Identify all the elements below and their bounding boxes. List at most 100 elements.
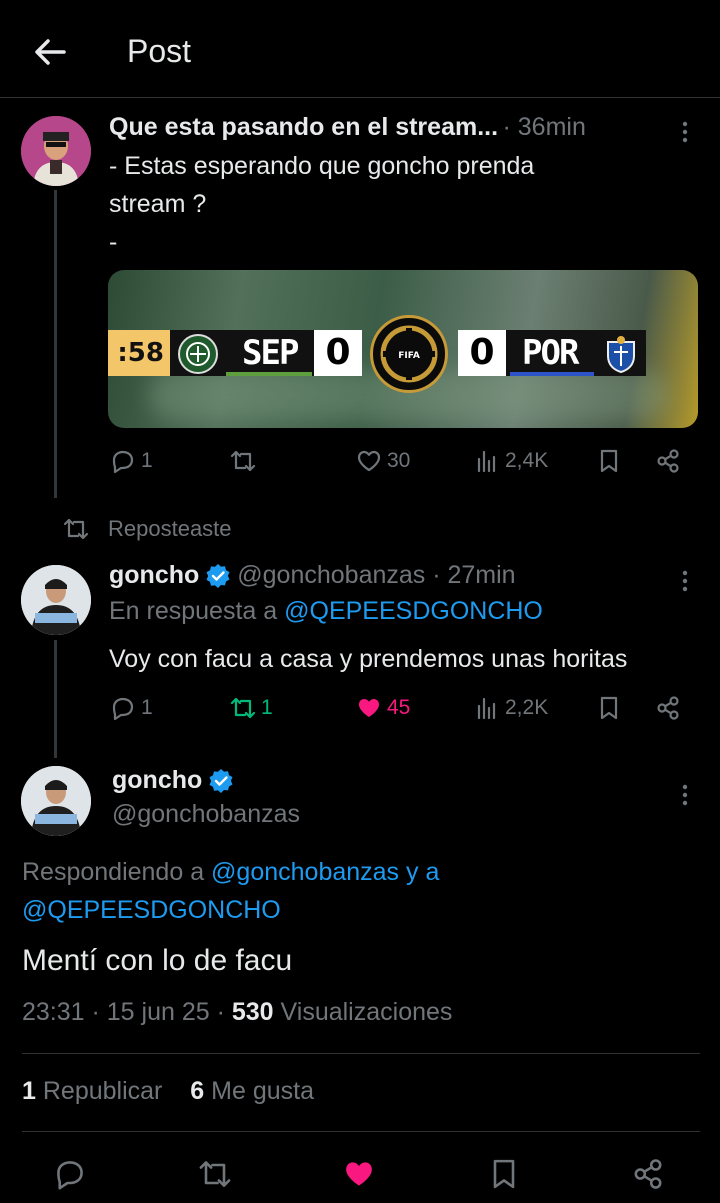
views-label: Visualizaciones: [280, 998, 453, 1026]
views-count: 530: [231, 998, 274, 1026]
repost-icon: [230, 450, 256, 472]
share-icon: [657, 449, 679, 473]
reposts-count: 1: [22, 1077, 36, 1105]
tweet-actions: 1 30 2,4K: [109, 447, 699, 483]
tweet-time[interactable]: · 36min: [503, 113, 586, 141]
more-options-icon[interactable]: [670, 780, 700, 810]
reply-button[interactable]: 1: [109, 694, 153, 722]
replying-to-link[interactable]: @gonchobanzas y a: [211, 858, 439, 886]
tweet-media-image[interactable]: :58 SEP 0 FIFA 0 POR: [108, 270, 698, 428]
likes-label: Me gusta: [211, 1077, 314, 1105]
reply-count: 1: [141, 449, 153, 472]
share-icon: [634, 1159, 662, 1189]
repost-button[interactable]: [229, 447, 261, 475]
fifa-logo-text: FIFA: [398, 351, 420, 361]
repost-count: 1: [261, 696, 273, 719]
home-bar: [226, 372, 312, 376]
verified-badge-icon: [209, 768, 233, 793]
verified-badge-icon: [206, 563, 230, 588]
divider: [22, 1131, 700, 1132]
like-count: 30: [387, 449, 411, 472]
repost-button[interactable]: [197, 1156, 233, 1192]
reply-button[interactable]: 1: [109, 447, 153, 475]
more-options-icon[interactable]: [670, 566, 700, 596]
author-name[interactable]: Que esta pasando en el stream...: [109, 113, 498, 141]
tweet-text: - Estas esperando que goncho prenda stre…: [109, 147, 699, 261]
views-button[interactable]: 2,4K: [473, 447, 548, 475]
bookmark-button[interactable]: [595, 694, 623, 722]
bookmark-icon: [600, 696, 618, 720]
author-name[interactable]: goncho: [109, 561, 199, 590]
engagement-stats: 1 Republicar 6 Me gusta: [22, 1077, 314, 1106]
tweet-timestamp[interactable]: 23:31 · 15 jun 25 ·: [22, 998, 225, 1026]
tweet-meta: 23:31 · 15 jun 25 · 530 Visualizaciones: [22, 998, 452, 1027]
like-button[interactable]: 45: [355, 694, 410, 722]
views-count: 2,2K: [505, 696, 549, 719]
back-arrow-icon[interactable]: [30, 32, 70, 72]
tweet-actions: 1 1 45 2,2K: [109, 694, 699, 730]
thread-line: [54, 190, 57, 498]
tweet-header: goncho @gonchobanzas · 27min: [109, 561, 516, 590]
heart-icon: [357, 450, 381, 472]
away-score: 0: [458, 330, 506, 376]
reply-context: En respuesta a @QEPEESDGONCHO: [109, 597, 543, 626]
views-button[interactable]: 2,2K: [473, 694, 548, 722]
avatar[interactable]: [21, 116, 91, 186]
more-options-icon[interactable]: [670, 117, 700, 147]
repost-indicator: Reposteaste: [62, 515, 232, 543]
reposts-stat[interactable]: 1 Republicar: [22, 1077, 169, 1105]
reply-to-link[interactable]: @QEPEESDGONCHO: [284, 597, 543, 625]
avatar[interactable]: [21, 565, 91, 635]
repost-icon: [199, 1161, 231, 1187]
likes-count: 6: [190, 1077, 205, 1105]
home-team-name: SEP: [242, 333, 299, 373]
like-button[interactable]: 30: [355, 447, 410, 475]
reply-icon: [112, 450, 134, 474]
bookmark-button[interactable]: [486, 1156, 522, 1192]
bookmark-icon: [493, 1159, 515, 1189]
share-button[interactable]: [630, 1156, 666, 1192]
main-tweet-text: Mentí con lo de facu: [22, 944, 293, 977]
heart-filled-icon: [359, 699, 379, 717]
views-count: 2,4K: [505, 449, 549, 472]
likes-stat[interactable]: 6 Me gusta: [190, 1077, 314, 1105]
handle-and-time[interactable]: @gonchobanzas · 27min: [237, 561, 515, 590]
share-button[interactable]: [654, 447, 682, 475]
match-clock: :58: [108, 330, 170, 376]
reply-icon: [112, 697, 134, 721]
replying-prefix: Respondiendo a: [22, 858, 205, 886]
like-button[interactable]: [341, 1156, 377, 1192]
author-name[interactable]: goncho: [112, 766, 202, 795]
top-bar: Post: [0, 0, 720, 98]
repost-label: Reposteaste: [108, 516, 232, 541]
tweet-text-line: stream ?: [109, 190, 207, 218]
replying-to-link[interactable]: @QEPEESDGONCHO: [22, 891, 702, 929]
share-button[interactable]: [654, 694, 682, 722]
divider: [22, 1053, 700, 1054]
share-icon: [657, 696, 679, 720]
replying-context: Respondiendo a @gonchobanzas y a @QEPEES…: [22, 853, 702, 929]
tweet-text-line: - Estas esperando que goncho prenda: [109, 152, 535, 180]
away-bar: [510, 372, 594, 376]
author-handle[interactable]: @gonchobanzas: [112, 800, 300, 829]
repost-button[interactable]: 1: [229, 694, 273, 722]
tweet-text: Voy con facu a casa y prendemos unas hor…: [109, 645, 628, 673]
tweet-text-line: -: [109, 228, 118, 256]
reply-count: 1: [141, 696, 153, 719]
like-count: 45: [387, 696, 411, 719]
bookmark-button[interactable]: [595, 447, 623, 475]
reply-button[interactable]: [52, 1156, 88, 1192]
heart-filled-icon: [346, 1162, 372, 1186]
page-title: Post: [127, 33, 192, 69]
away-crest-icon: [602, 334, 640, 374]
home-score: 0: [314, 330, 362, 376]
away-team-name: POR: [522, 333, 579, 373]
reply-icon: [57, 1161, 83, 1190]
fifa-logo-icon: FIFA: [370, 315, 448, 393]
author-row: goncho: [112, 766, 234, 795]
analytics-icon: [477, 450, 496, 473]
reposts-label: Republicar: [42, 1077, 163, 1105]
analytics-icon: [477, 697, 496, 720]
avatar[interactable]: [21, 766, 91, 836]
tweet-header: Que esta pasando en el stream... · 36min: [109, 113, 586, 142]
